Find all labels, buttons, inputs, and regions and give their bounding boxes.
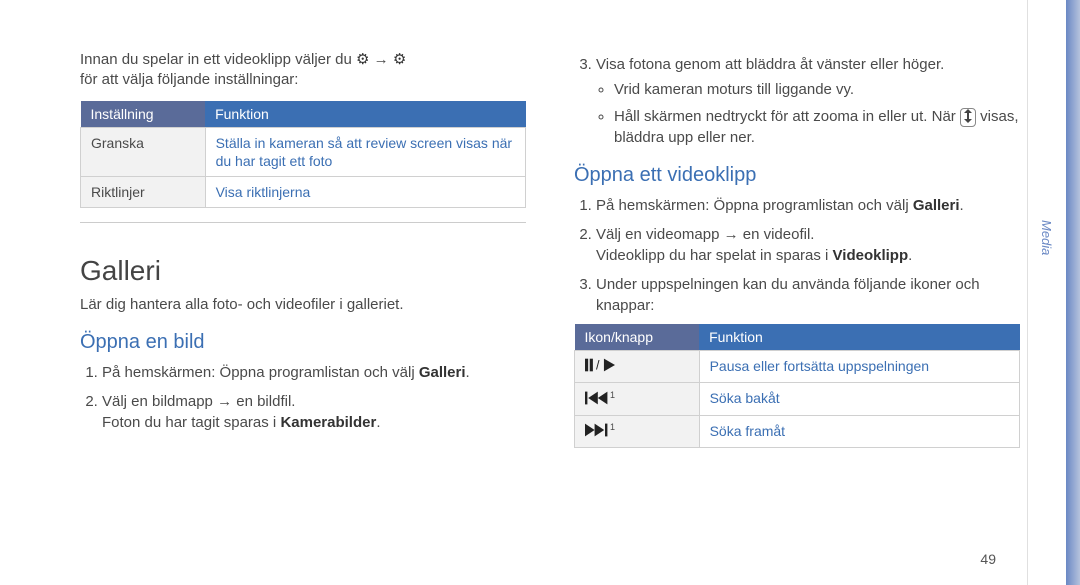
open-video-steps: På hemskärmen: Öppna programlistan och v… (574, 195, 1020, 316)
page-content: Innan du spelar in ett videoklipp väljer… (0, 0, 1080, 585)
left-column: Innan du spelar in ett videoklipp väljer… (80, 50, 526, 555)
heading-oppna-videoklipp: Öppna ett videoklipp (574, 164, 1020, 187)
page-number: 49 (980, 551, 996, 567)
playback-table: Ikon/knapp Funktion / Pausa eller fortsä… (574, 324, 1020, 448)
footnote-ref: 1 (610, 422, 615, 432)
th-setting: Inställning (81, 101, 206, 128)
open-image-steps: På hemskärmen: Öppna programlistan och v… (80, 362, 526, 433)
list-item: Välj en videomapp → en videofil. Videokl… (596, 224, 1020, 266)
td-icon: 1 (575, 383, 700, 415)
bullet-item: Vrid kameran moturs till liggande vy. (614, 79, 1020, 100)
pause-play-icon: / (585, 358, 615, 376)
app-name-galleri: Galleri (419, 364, 466, 381)
galleri-subtitle: Lär dig hantera alla foto- och videofile… (80, 295, 526, 315)
td-function: Söka bakåt (699, 383, 1019, 415)
step-note-a: Videoklipp du har spelat in sparas i (596, 247, 833, 264)
rewind-icon (585, 391, 609, 409)
heading-galleri: Galleri (80, 255, 526, 287)
period: . (466, 364, 470, 381)
intro-text-a: Innan du spelar in ett videoklipp väljer… (80, 51, 356, 68)
side-tab-label: Media (1039, 220, 1054, 255)
gear-icon: ⚙ (393, 50, 406, 70)
folder-videoklipp: Videoklipp (833, 247, 909, 264)
table-header-row: Ikon/knapp Funktion (575, 324, 1020, 351)
td-function: Söka framåt (699, 415, 1019, 447)
list-item: Visa fotona genom att bläddra åt vänster… (596, 54, 1020, 148)
step-text: På hemskärmen: Öppna programlistan och v… (102, 364, 419, 381)
continued-list: Visa fotona genom att bläddra åt vänster… (574, 54, 1020, 148)
td-setting: Granska (81, 127, 206, 176)
step3-text: Visa fotona genom att bläddra åt vänster… (596, 56, 944, 73)
table-row: / Pausa eller fortsätta uppspelningen (575, 351, 1020, 383)
app-name-galleri: Galleri (913, 197, 960, 214)
table-row: Riktlinjer Visa riktlinjerna (81, 176, 526, 207)
table-row: 1 Söka framåt (575, 415, 1020, 447)
list-item: Välj en bildmapp → en bildfil. Foton du … (102, 391, 526, 433)
right-column: Visa fotona genom att bläddra åt vänster… (574, 50, 1020, 555)
th-function: Funktion (699, 324, 1019, 351)
footnote-ref: 1 (610, 390, 615, 400)
gear-icon: ⚙ (356, 50, 369, 70)
th-icon: Ikon/knapp (575, 324, 700, 351)
step3-bullets: Vrid kameran moturs till liggande vy. Hå… (596, 79, 1020, 148)
forward-icon (585, 423, 609, 441)
step-note-a: Foton du har tagit sparas i (102, 414, 280, 431)
intro-arrow: → (374, 51, 393, 68)
folder-kamerabilder: Kamerabilder (280, 414, 376, 431)
table-row: Granska Ställa in kameran så att review … (81, 127, 526, 176)
td-function: Pausa eller fortsätta uppspelningen (699, 351, 1019, 383)
list-item: Under uppspelningen kan du använda följa… (596, 274, 1020, 316)
list-item: På hemskärmen: Öppna programlistan och v… (102, 362, 526, 383)
side-tab-area: Media (1027, 0, 1080, 585)
step-text: Välj en bildmapp → en bildfil. (102, 393, 295, 410)
period: . (376, 414, 380, 431)
scroll-icon (960, 108, 976, 127)
td-function: Visa riktlinjerna (205, 176, 525, 207)
period: . (908, 247, 912, 264)
settings-table: Inställning Funktion Granska Ställa in k… (80, 101, 526, 209)
period: . (960, 197, 964, 214)
step-text: Under uppspelningen kan du använda följa… (596, 276, 980, 314)
bullet2-a: Håll skärmen nedtryckt för att zooma in … (614, 108, 960, 125)
table-header-row: Inställning Funktion (81, 101, 526, 128)
galleri-section: Galleri Lär dig hantera alla foto- och v… (80, 222, 526, 433)
list-item: På hemskärmen: Öppna programlistan och v… (596, 195, 1020, 216)
intro-paragraph: Innan du spelar in ett videoklipp väljer… (80, 50, 526, 91)
bullet-item: Håll skärmen nedtryckt för att zooma in … (614, 106, 1020, 148)
svg-text:/: / (596, 359, 600, 372)
step-text: Välj en videomapp → en videofil. (596, 226, 814, 243)
th-function: Funktion (205, 101, 525, 128)
heading-oppna-bild: Öppna en bild (80, 331, 526, 354)
td-icon: 1 (575, 415, 700, 447)
td-setting: Riktlinjer (81, 176, 206, 207)
step-text: På hemskärmen: Öppna programlistan och v… (596, 197, 913, 214)
table-row: 1 Söka bakåt (575, 383, 1020, 415)
td-icon: / (575, 351, 700, 383)
td-function: Ställa in kameran så att review screen v… (205, 127, 525, 176)
intro-text-b: för att välja följande inställningar: (80, 71, 298, 88)
side-gradient (1066, 0, 1080, 585)
